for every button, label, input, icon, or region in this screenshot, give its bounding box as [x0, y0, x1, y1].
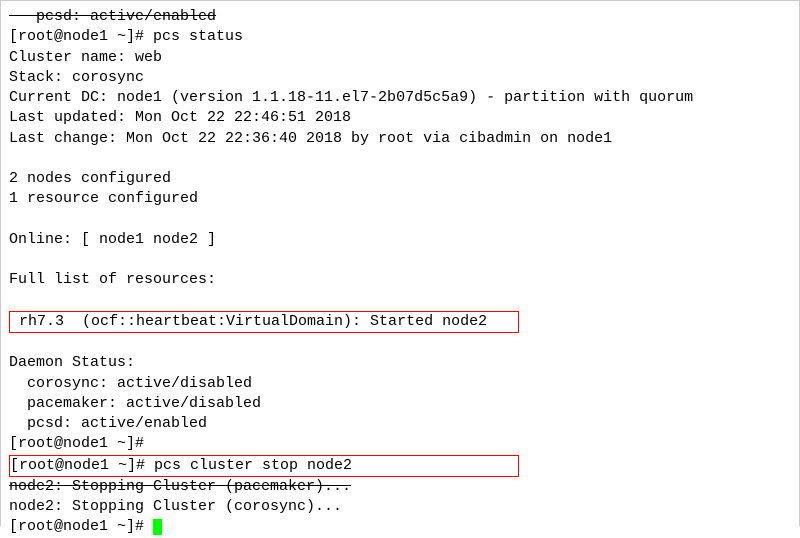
shell-prompt: [root@node1 ~]# [9, 435, 153, 452]
last-updated: Last updated: Mon Oct 22 22:46:51 2018 [9, 108, 791, 128]
resource-configured: 1 resource configured [9, 189, 791, 209]
empty-prompt: [root@node1 ~]# [9, 434, 791, 454]
prompt-line: [root@node1 ~]# pcs status [9, 27, 791, 47]
resource-highlight: rh7.3 (ocf::heartbeat:VirtualDomain): St… [9, 311, 791, 333]
online-nodes: Online: [ node1 node2 ] [9, 230, 791, 250]
pacemaker-status: pacemaker: active/disabled [9, 394, 791, 414]
blank-line [9, 250, 791, 270]
corosync-status: corosync: active/disabled [9, 374, 791, 394]
blank-line [9, 149, 791, 169]
command-stop-line: [root@node1 ~]# pcs cluster stop node2 [9, 455, 519, 477]
cluster-name: Cluster name: web [9, 48, 791, 68]
shell-prompt: [root@node1 ~]# [9, 518, 153, 535]
daemon-status-header: Daemon Status: [9, 353, 791, 373]
resource-line: rh7.3 (ocf::heartbeat:VirtualDomain): St… [9, 311, 519, 333]
stack-info: Stack: corosync [9, 68, 791, 88]
current-dc: Current DC: node1 (version 1.1.18-11.el7… [9, 88, 791, 108]
full-list-header: Full list of resources: [9, 270, 791, 290]
stopping-corosync: node2: Stopping Cluster (corosync)... [9, 497, 791, 517]
blank-line [9, 291, 791, 311]
shell-prompt: [root@node1 ~]# [9, 28, 153, 45]
blank-line [9, 333, 791, 353]
final-prompt-line[interactable]: [root@node1 ~]# [9, 517, 791, 537]
nodes-configured: 2 nodes configured [9, 169, 791, 189]
truncated-line: pcsd: active/enabled [9, 7, 791, 27]
cursor-icon [153, 519, 162, 535]
pcsd-status: pcsd: active/enabled [9, 414, 791, 434]
command-pcs-status: pcs status [153, 28, 243, 45]
blank-line [9, 210, 791, 230]
stopping-pacemaker: node2: Stopping Cluster (pacemaker)... [9, 477, 791, 497]
last-change: Last change: Mon Oct 22 22:36:40 2018 by… [9, 129, 791, 149]
command-highlight: [root@node1 ~]# pcs cluster stop node2 [9, 455, 791, 477]
